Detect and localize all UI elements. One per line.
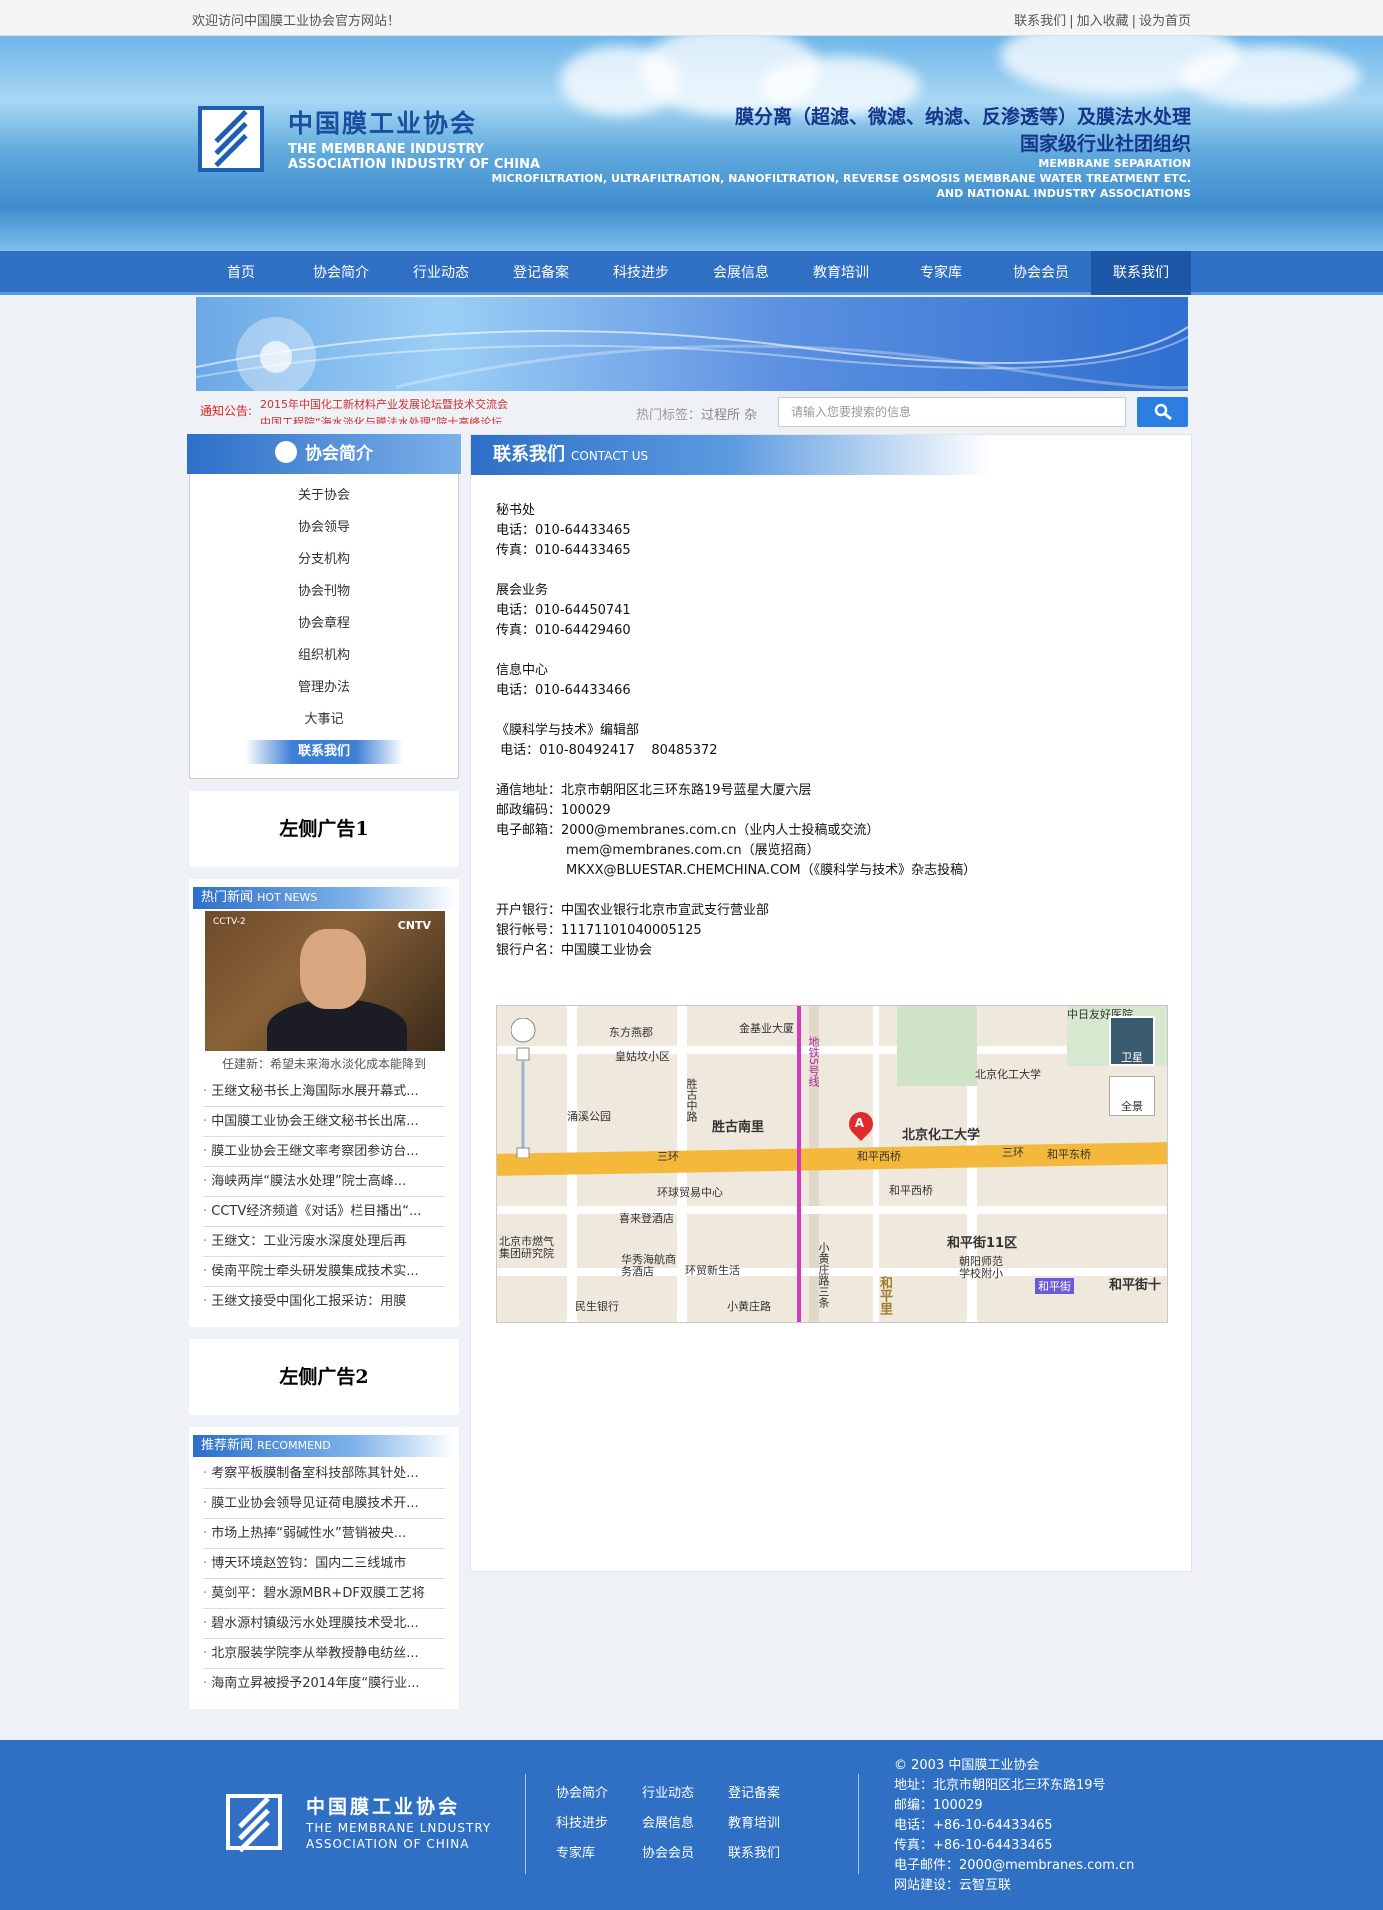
footer-divider bbox=[858, 1774, 859, 1874]
nav-industry-news[interactable]: 行业动态 bbox=[391, 251, 491, 295]
list-item[interactable]: 碧水源村镇级污水处理膜技术受北... bbox=[203, 1609, 445, 1639]
list-item[interactable]: 海南立昇被授予2014年度“膜行业... bbox=[203, 1669, 445, 1699]
list-item[interactable]: 北京服装学院李从举教授静电纺丝... bbox=[203, 1639, 445, 1669]
list-item[interactable]: 海峡两岸“膜法水处理”院士高峰... bbox=[203, 1167, 445, 1197]
banner-slogan: 膜分离（超滤、微滤、纳滤、反渗透等）及膜法水处理 国家级行业社团组织 MEMBR… bbox=[491, 106, 1191, 200]
footer-link-about[interactable]: 协会简介 bbox=[556, 1782, 642, 1801]
list-item[interactable]: 王继文秘书长上海国际水展开幕式... bbox=[203, 1077, 445, 1107]
list-item[interactable]: 莫剑平：碧水源MBR+DF双膜工艺将 bbox=[203, 1579, 445, 1609]
footer: 中国膜工业协会 THE MEMBRANE LNDUSTRY ASSOCIATIO… bbox=[0, 1740, 1383, 1910]
subway-line bbox=[797, 1006, 801, 1322]
sidebar-header: 协会简介 bbox=[187, 434, 461, 474]
footer-link-contact[interactable]: 联系我们 bbox=[728, 1842, 814, 1861]
logo-title-cn: 中国膜工业协会 bbox=[288, 109, 478, 138]
list-item[interactable]: 王继文接受中国化工报采访：用膜 bbox=[203, 1287, 445, 1317]
sidebar-item-contact[interactable]: 联系我们 bbox=[245, 740, 403, 764]
sidebar-item-branches[interactable]: 分支机构 bbox=[190, 544, 458, 576]
builder-link[interactable]: 网站建设：云智互联 bbox=[894, 1876, 1134, 1896]
nav-contact[interactable]: 联系我们 bbox=[1091, 251, 1191, 295]
main-nav: 首页 协会简介 行业动态 登记备案 科技进步 会展信息 教育培训 专家库 协会会… bbox=[0, 251, 1383, 295]
footer-logo-cn: 中国膜工业协会 bbox=[306, 1796, 461, 1818]
nav-about[interactable]: 协会简介 bbox=[291, 251, 391, 295]
footer-info: © 2003 中国膜工业协会 地址：北京市朝阳区北三环东路19号 邮编：1000… bbox=[894, 1756, 1134, 1896]
bookmark-link[interactable]: 加入收藏 bbox=[1077, 14, 1129, 29]
left-ad-1[interactable]: 左侧广告1 bbox=[189, 791, 459, 867]
header-banner: 中国膜工业协会 THE MEMBRANE INDUSTRY ASSOCIATIO… bbox=[0, 36, 1383, 251]
top-bar: 欢迎访问中国膜工业协会官方网站！ 联系我们 | 加入收藏 | 设为首页 bbox=[0, 0, 1383, 36]
list-item[interactable]: CCTV经济频道《对话》栏目播出“... bbox=[203, 1197, 445, 1227]
hot-news-header: 热门新闻 HOT NEWS bbox=[193, 887, 455, 909]
map-zoom-control[interactable] bbox=[510, 1017, 536, 1159]
top-links: 联系我们 | 加入收藏 | 设为首页 bbox=[1014, 14, 1191, 29]
association-logo[interactable] bbox=[198, 106, 264, 172]
search-icon bbox=[1154, 403, 1172, 421]
nav-members[interactable]: 协会会员 bbox=[991, 251, 1091, 295]
notice-ticker[interactable]: 2015年中国化工新材料产业发展论坛暨技术交流会 中国工程院“海水淡化与膜法水处… bbox=[260, 396, 590, 424]
hot-tag-link[interactable]: 过程所 杂 bbox=[701, 408, 757, 423]
hot-news-panel: 热门新闻 HOT NEWS CNTV CCTV-2 任建新：希望未来海水淡化成本能… bbox=[189, 879, 459, 1327]
panorama-toggle[interactable]: 全景 bbox=[1109, 1076, 1155, 1116]
list-item[interactable]: 王继文：工业污废水深度处理后再 bbox=[203, 1227, 445, 1257]
welcome-text: 欢迎访问中国膜工业协会官方网站！ bbox=[192, 14, 401, 29]
sidebar-item-events[interactable]: 大事记 bbox=[190, 704, 458, 736]
sidebar-menu: 关于协会 协会领导 分支机构 协会刊物 协会章程 组织机构 管理办法 大事记 联… bbox=[189, 474, 459, 779]
list-item[interactable]: 博天环境赵笠钧：国内二三线城市 bbox=[203, 1549, 445, 1579]
sidebar-item-publications[interactable]: 协会刊物 bbox=[190, 576, 458, 608]
contact-header: 联系我们 CONTACT US bbox=[471, 435, 991, 475]
footer-link-members[interactable]: 协会会员 bbox=[642, 1842, 728, 1861]
search-input[interactable]: 请输入您要搜索的信息 bbox=[778, 397, 1126, 427]
footer-link-experts[interactable]: 专家库 bbox=[556, 1842, 642, 1861]
nav-experts[interactable]: 专家库 bbox=[891, 251, 991, 295]
sidebar-item-organization[interactable]: 组织机构 bbox=[190, 640, 458, 672]
list-item[interactable]: 考察平板膜制备室科技部陈其针处... bbox=[203, 1459, 445, 1489]
list-item[interactable]: 膜工业协会王继文率考察团参访台... bbox=[203, 1137, 445, 1167]
contact-info: 秘书处 电话：010-64433465 传真：010-64433465 展会业务… bbox=[496, 503, 977, 958]
sidebar: 协会简介 关于协会 协会领导 分支机构 协会刊物 协会章程 组织机构 管理办法 … bbox=[187, 434, 461, 1709]
news-photo-caption[interactable]: 任建新：希望未来海水淡化成本能降到 bbox=[203, 1051, 445, 1077]
footer-links: 协会简介 行业动态 登记备案 科技进步 会展信息 教育培训 专家库 协会会员 联… bbox=[556, 1782, 814, 1861]
list-item[interactable]: 中国膜工业协会王继文秘书长出席... bbox=[203, 1107, 445, 1137]
sidebar-item-regulations[interactable]: 管理办法 bbox=[190, 672, 458, 704]
nav-exhibitions[interactable]: 会展信息 bbox=[691, 251, 791, 295]
list-item[interactable]: 膜工业协会领导见证荷电膜技术开... bbox=[203, 1489, 445, 1519]
list-item[interactable]: 侯南平院士牵头研发膜集成技术实... bbox=[203, 1257, 445, 1287]
page-title: 联系我们 bbox=[493, 444, 565, 465]
footer-link-industry[interactable]: 行业动态 bbox=[642, 1782, 728, 1801]
list-item[interactable]: 市场上热捧“弱碱性水”营销被央... bbox=[203, 1519, 445, 1549]
campus-area bbox=[897, 1006, 977, 1086]
globe-icon bbox=[275, 441, 297, 463]
footer-link-training[interactable]: 教育培训 bbox=[728, 1812, 814, 1831]
footer-link-exhibitions[interactable]: 会展信息 bbox=[642, 1812, 728, 1831]
hot-news-list: 王继文秘书长上海国际水展开幕式... 中国膜工业协会王继文秘书长出席... 膜工… bbox=[203, 1077, 445, 1317]
nav-training[interactable]: 教育培训 bbox=[791, 251, 891, 295]
nav-home[interactable]: 首页 bbox=[191, 251, 291, 295]
sidebar-item-charter[interactable]: 协会章程 bbox=[190, 608, 458, 640]
search-button[interactable] bbox=[1137, 397, 1188, 427]
footer-link-tech[interactable]: 科技进步 bbox=[556, 1812, 642, 1831]
footer-link-registration[interactable]: 登记备案 bbox=[728, 1782, 814, 1801]
sidebar-item-about[interactable]: 关于协会 bbox=[190, 480, 458, 512]
hero-slide bbox=[196, 297, 1188, 391]
contact-link[interactable]: 联系我们 bbox=[1014, 14, 1066, 29]
footer-divider bbox=[525, 1774, 526, 1874]
satellite-toggle[interactable]: 卫星 bbox=[1109, 1016, 1155, 1066]
recommend-news-panel: 推荐新闻 RECOMMEND 考察平板膜制备室科技部陈其针处... 膜工业协会领… bbox=[189, 1427, 459, 1709]
hot-tags: 热门标签：过程所 杂 bbox=[636, 408, 758, 423]
footer-logo-en: THE MEMBRANE LNDUSTRY ASSOCIATION OF CHI… bbox=[306, 1821, 492, 1851]
notice-label: 通知公告: bbox=[200, 404, 253, 418]
sidebar-item-leaders[interactable]: 协会领导 bbox=[190, 512, 458, 544]
location-map[interactable]: 东方燕郡 金基业大厦 皇姑坟小区 胜古中路 涌溪公园 胜古南里 北京化工大学 北… bbox=[496, 1005, 1168, 1323]
footer-logo bbox=[226, 1794, 282, 1853]
nav-registration[interactable]: 登记备案 bbox=[491, 251, 591, 295]
news-photo[interactable]: CNTV CCTV-2 bbox=[205, 911, 445, 1051]
hero-slide-graphic bbox=[196, 317, 1188, 391]
nav-tech-progress[interactable]: 科技进步 bbox=[591, 251, 691, 295]
recommend-news-list: 考察平板膜制备室科技部陈其针处... 膜工业协会领导见证荷电膜技术开... 市场… bbox=[203, 1459, 445, 1699]
main-content: 联系我们 CONTACT US 秘书处 电话：010-64433465 传真：01… bbox=[470, 434, 1192, 1572]
set-homepage-link[interactable]: 设为首页 bbox=[1139, 14, 1191, 29]
left-ad-2[interactable]: 左侧广告2 bbox=[189, 1339, 459, 1415]
recommend-news-header: 推荐新闻 RECOMMEND bbox=[193, 1435, 455, 1457]
